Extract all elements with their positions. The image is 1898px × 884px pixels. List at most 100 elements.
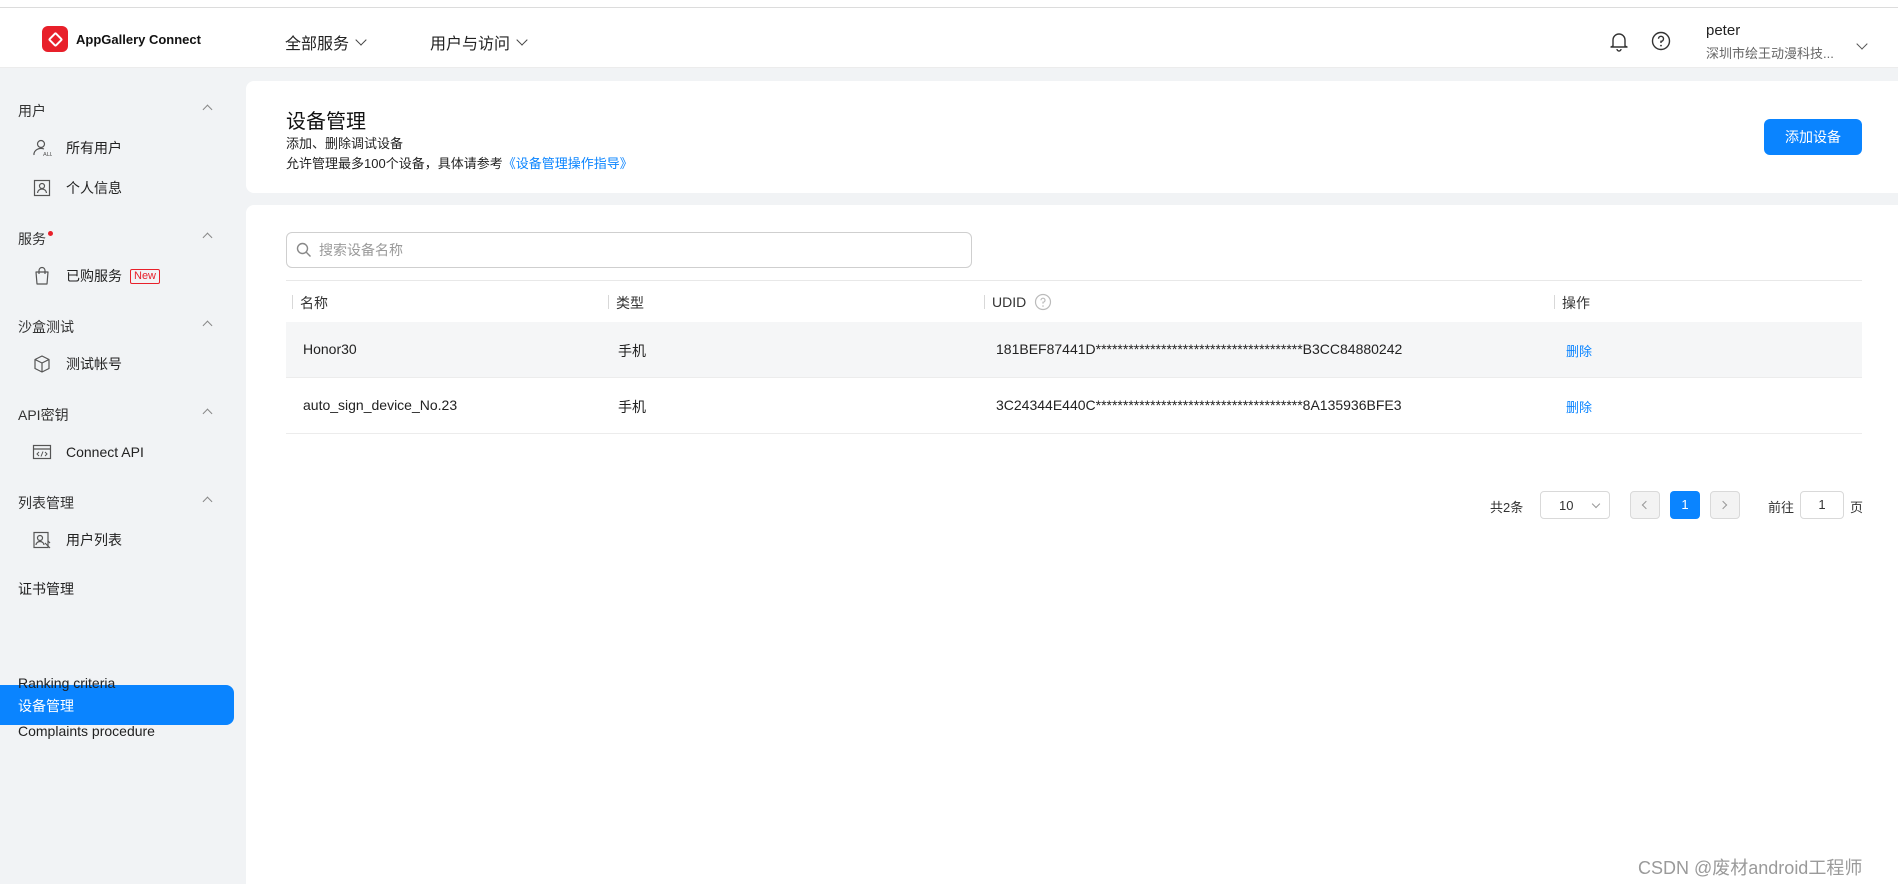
sidebar-item-profile[interactable]: 个人信息 <box>32 176 122 200</box>
nav-label: 全部服务 <box>285 36 350 53</box>
new-badge: New <box>130 268 161 284</box>
sidebar-item-connect-api[interactable]: Connect API <box>32 440 144 464</box>
delete-button[interactable]: 删除 <box>1566 397 1592 416</box>
help-circle-icon[interactable] <box>1034 293 1052 311</box>
sidebar-item-label: 已购服务 <box>66 268 122 284</box>
page-limit-note: 允许管理最多100个设备，具体请参考《设备管理操作指导》 <box>286 153 633 172</box>
watermark: CSDN @废材android工程师 <box>1638 858 1863 878</box>
cube-icon <box>34 355 50 373</box>
sidebar-item-label: 测试帐号 <box>66 356 122 372</box>
bag-icon <box>35 266 49 285</box>
column-divider <box>984 295 985 309</box>
sidebar-group-list-management[interactable]: 列表管理 <box>18 493 74 513</box>
user-list-icon <box>33 531 51 549</box>
sidebar-item-device-management[interactable]: 设备管理 <box>0 685 234 725</box>
group-label: API密钥 <box>18 407 69 423</box>
column-actions: 操作 <box>1562 295 1590 311</box>
bell-icon[interactable] <box>1608 30 1630 52</box>
chevron-left-icon <box>1641 500 1651 510</box>
code-window-icon <box>32 444 52 460</box>
goto-suffix: 页 <box>1850 500 1864 515</box>
guide-link[interactable]: 《设备管理操作指导》 <box>503 156 633 171</box>
sidebar-item-label: 用户列表 <box>66 532 122 548</box>
next-page-button[interactable] <box>1710 491 1740 519</box>
appgallery-logo-icon <box>42 26 68 52</box>
device-udid: 181BEF87441D****************************… <box>996 341 1403 357</box>
table-row: auto_sign_device_No.23 手机 3C24344E440C**… <box>286 378 1862 434</box>
prev-page-button[interactable] <box>1630 491 1660 519</box>
nav-all-services[interactable]: 全部服务 <box>285 30 367 54</box>
column-divider <box>608 295 609 309</box>
notification-dot <box>48 231 53 236</box>
nav-users-access[interactable]: 用户与访问 <box>430 30 528 54</box>
profile-icon <box>33 179 51 197</box>
sidebar-item-label: 所有用户 <box>66 140 122 156</box>
chevron-up-icon[interactable] <box>202 232 213 243</box>
add-device-button[interactable]: 添加设备 <box>1764 119 1862 155</box>
svg-text:ALL: ALL <box>43 152 52 158</box>
user-name: peter <box>1706 22 1741 39</box>
device-type: 手机 <box>618 399 646 415</box>
sidebar-group-api-keys[interactable]: API密钥 <box>18 405 69 425</box>
column-udid: UDID <box>992 293 1052 311</box>
device-name: auto_sign_device_No.23 <box>303 397 458 413</box>
page-title: 设备管理 <box>286 111 366 133</box>
sidebar-item-all-users[interactable]: ALL 所有用户 <box>32 136 122 160</box>
device-type: 手机 <box>618 343 646 359</box>
sidebar: 用户 ALL 所有用户 个人信息 服务 已购服务 New 沙盒测试 测试帐号 A… <box>0 69 244 884</box>
total-count: 共2条 <box>1490 500 1524 515</box>
sidebar-item-certificates[interactable]: 证书管理 <box>18 579 74 599</box>
device-name: Honor30 <box>303 341 357 357</box>
chevron-up-icon[interactable] <box>202 104 213 115</box>
sidebar-item-label: 个人信息 <box>66 180 122 196</box>
goto-page-input[interactable]: 1 <box>1800 491 1844 519</box>
app-logo[interactable]: AppGallery Connect <box>42 26 201 52</box>
search-icon <box>296 242 311 257</box>
device-udid: 3C24344E440C****************************… <box>996 397 1402 413</box>
top-header: AppGallery Connect 全部服务 用户与访问 peter 深圳市绘… <box>0 8 1898 68</box>
chevron-up-icon[interactable] <box>202 496 213 507</box>
sidebar-group-sandbox[interactable]: 沙盒测试 <box>18 317 74 337</box>
sidebar-group-services[interactable]: 服务 <box>18 229 53 249</box>
group-label: 列表管理 <box>18 495 74 511</box>
chevron-right-icon <box>1718 500 1728 510</box>
table-row: Honor30 手机 181BEF87441D*****************… <box>286 322 1862 378</box>
sidebar-item-purchased-services[interactable]: 已购服务 New <box>32 264 161 288</box>
goto-prefix: 前往 <box>1768 500 1795 515</box>
nav-label: 用户与访问 <box>430 36 511 53</box>
sidebar-item-ranking-criteria[interactable]: Ranking criteria <box>18 675 115 691</box>
top-border <box>0 0 1898 8</box>
page-number-current[interactable]: 1 <box>1670 491 1700 519</box>
chevron-up-icon[interactable] <box>202 408 213 419</box>
all-users-icon: ALL <box>33 139 52 158</box>
sidebar-item-label: 设备管理 <box>18 698 74 714</box>
user-org: 深圳市绘王动漫科技... <box>1706 46 1834 61</box>
page-header-card: 设备管理 添加、删除调试设备 允许管理最多100个设备，具体请参考《设备管理操作… <box>246 81 1898 193</box>
note-text: 允许管理最多100个设备，具体请参考 <box>286 156 503 171</box>
chevron-up-icon[interactable] <box>202 320 213 331</box>
sidebar-item-user-list[interactable]: 用户列表 <box>32 528 122 552</box>
chevron-down-icon[interactable] <box>1856 38 1868 50</box>
search-input[interactable] <box>319 242 919 258</box>
column-divider <box>1554 295 1555 309</box>
column-divider <box>292 295 293 309</box>
group-label: 服务 <box>18 231 46 247</box>
column-udid-label: UDID <box>992 294 1027 310</box>
column-type: 类型 <box>616 295 644 311</box>
page-size-select[interactable]: 10 <box>1540 491 1610 519</box>
device-list-card: 名称 类型 UDID 操作 Honor30 手机 181BEF87441D***… <box>246 205 1898 884</box>
sidebar-group-users[interactable]: 用户 <box>18 101 46 121</box>
delete-button[interactable]: 删除 <box>1566 341 1592 360</box>
app-name: AppGallery Connect <box>76 31 201 47</box>
sidebar-item-complaints-procedure[interactable]: Complaints procedure <box>18 723 155 739</box>
sidebar-item-test-account[interactable]: 测试帐号 <box>32 352 122 376</box>
page-size-value: 10 <box>1559 498 1574 513</box>
group-label: 用户 <box>18 103 46 119</box>
user-menu[interactable]: peter 深圳市绘王动漫科技... <box>1706 22 1834 62</box>
chevron-down-icon <box>355 33 367 46</box>
search-box[interactable] <box>286 232 972 268</box>
help-icon[interactable] <box>1650 30 1672 52</box>
device-table: 名称 类型 UDID 操作 Honor30 手机 181BEF87441D***… <box>286 280 1862 434</box>
chevron-down-icon <box>516 33 528 46</box>
sidebar-item-label: Connect API <box>66 444 144 460</box>
